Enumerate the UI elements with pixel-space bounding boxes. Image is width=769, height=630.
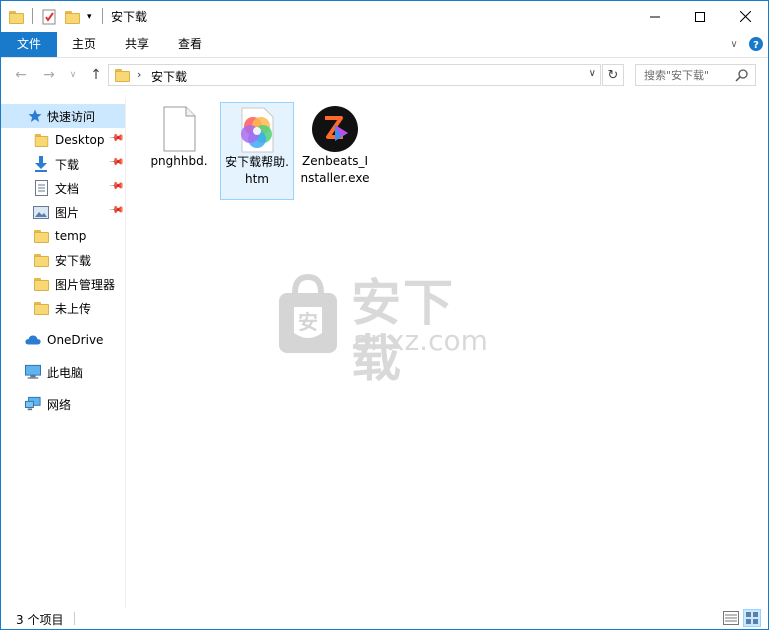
help-icon[interactable]: ? — [748, 32, 764, 57]
sidebar-item-label: Desktop — [55, 133, 105, 147]
star-icon — [27, 108, 43, 124]
sidebar-item-label: 安下载 — [55, 253, 92, 268]
sidebar-item-label: OneDrive — [47, 333, 104, 347]
svg-text:?: ? — [753, 40, 759, 51]
search-icon[interactable] — [735, 68, 749, 82]
file-item[interactable]: pnghhbd. — [142, 102, 216, 200]
sidebar-item-label: 未上传 — [55, 301, 92, 316]
sidebar-item-documents[interactable]: 文档 📌 — [1, 176, 125, 200]
search-input[interactable] — [636, 65, 740, 85]
quick-access-dropdown-icon[interactable]: ▾ — [87, 7, 92, 27]
divider — [74, 612, 75, 625]
sidebar-item-label: temp — [55, 229, 87, 243]
sidebar-item-anxiazai[interactable]: 安下载 — [1, 248, 125, 272]
navigation-pane: 快速访问 Desktop 📌 下载 📌 文档 📌 图片 📌 temp 安下载 图… — [1, 98, 125, 608]
recent-locations-dropdown-icon[interactable]: ∨ — [64, 66, 82, 84]
pin-icon: 📌 — [107, 130, 125, 147]
back-arrow-icon[interactable]: ← — [12, 66, 30, 84]
computer-icon — [25, 364, 41, 380]
sidebar-item-not-uploaded[interactable]: 未上传 — [1, 296, 125, 320]
sidebar-item-desktop[interactable]: Desktop 📌 — [1, 128, 125, 152]
maximize-button[interactable] — [677, 1, 723, 32]
item-count: 3 个项目 — [16, 613, 64, 627]
colorful-circle-icon — [241, 107, 274, 153]
address-path[interactable]: 安下载 — [151, 68, 187, 85]
zenbeats-app-icon — [312, 106, 358, 152]
properties-check-icon[interactable] — [41, 7, 57, 27]
chevron-down-icon[interactable]: ∨ — [589, 68, 596, 79]
pin-icon: 📌 — [107, 154, 125, 171]
refresh-button[interactable]: ↻ — [602, 64, 624, 86]
large-icons-view-icon[interactable] — [743, 609, 761, 627]
sidebar-item-label: 快速访问 — [47, 109, 96, 124]
pane-divider[interactable] — [125, 98, 126, 608]
divider — [32, 8, 33, 24]
address-bar[interactable]: › 安下载 ∨ — [108, 64, 601, 86]
forward-arrow-icon[interactable]: → — [40, 66, 58, 84]
sidebar-item-pictures[interactable]: 图片 📌 — [1, 200, 125, 224]
folder-icon — [33, 300, 49, 316]
sidebar-item-label: 此电脑 — [47, 365, 84, 380]
sidebar-item-quick-access[interactable]: 快速访问 — [1, 104, 125, 128]
up-arrow-icon[interactable]: ↑ — [87, 66, 105, 84]
sidebar-item-picture-manager[interactable]: 图片管理器 — [1, 272, 125, 296]
folder-icon — [33, 228, 49, 244]
new-folder-icon[interactable] — [65, 7, 80, 27]
sidebar-item-label: 文档 — [55, 181, 80, 196]
file-name: Zenbeats_Installer.exe — [300, 154, 370, 185]
sidebar-item-label: 图片管理器 — [55, 277, 116, 292]
sidebar-item-downloads[interactable]: 下载 📌 — [1, 152, 125, 176]
cloud-icon — [25, 332, 41, 348]
folder-icon — [33, 276, 49, 292]
tab-home[interactable]: 主页 — [61, 32, 107, 57]
folder-icon — [9, 7, 24, 27]
blank-file-icon — [163, 106, 196, 152]
file-item[interactable]: Zenbeats_Installer.exe — [298, 102, 372, 200]
chevron-right-icon[interactable]: › — [137, 68, 141, 81]
search-box[interactable] — [635, 64, 756, 86]
folder-icon — [33, 252, 49, 268]
tab-file[interactable]: 文件 — [1, 32, 57, 57]
close-button[interactable] — [722, 1, 768, 32]
divider — [102, 8, 103, 24]
file-name: 安下载帮助.htm — [225, 155, 289, 186]
navigation-bar: ← → ∨ ↑ › 安下载 ∨ ↻ — [1, 62, 768, 89]
watermark-en: anxz.com — [353, 324, 488, 357]
sidebar-item-this-pc[interactable]: 此电脑 — [1, 360, 125, 384]
sidebar-item-onedrive[interactable]: OneDrive — [1, 328, 125, 352]
tab-share[interactable]: 共享 — [114, 32, 160, 57]
shopping-bag-logo-icon: 安 — [279, 273, 337, 353]
file-item-selected[interactable]: 安下载帮助.htm — [220, 102, 294, 200]
ribbon-expand-icon[interactable]: ∨ — [727, 32, 741, 57]
sidebar-item-network[interactable]: 网络 — [1, 392, 125, 416]
pin-icon: 📌 — [107, 202, 125, 219]
ribbon-tabs: 文件 主页 共享 查看 ∨ ? — [1, 32, 768, 58]
explorer-window: ▾ 安下载 文件 主页 共享 查看 ∨ ? ← → ∨ ↑ › 安下载 ∨ ↻ … — [0, 0, 769, 630]
tab-view[interactable]: 查看 — [167, 32, 213, 57]
network-icon — [25, 396, 41, 412]
download-arrow-icon — [33, 156, 49, 172]
picture-icon — [33, 204, 49, 220]
file-name: pnghhbd. — [150, 154, 208, 168]
svg-text:安: 安 — [298, 310, 318, 334]
sidebar-item-temp[interactable]: temp — [1, 224, 125, 248]
folder-icon — [115, 69, 130, 85]
details-view-icon[interactable] — [722, 609, 740, 627]
pin-icon: 📌 — [107, 178, 125, 195]
title-bar: ▾ 安下载 — [1, 1, 768, 32]
window-title: 安下载 — [111, 10, 148, 24]
document-icon — [33, 180, 49, 196]
status-bar: 3 个项目 — [1, 607, 768, 629]
sidebar-item-label: 下载 — [55, 157, 80, 172]
sidebar-item-label: 网络 — [47, 397, 72, 412]
watermark: 安 安下载 anxz.com — [277, 273, 492, 387]
sidebar-item-label: 图片 — [55, 205, 80, 220]
desktop-folder-icon — [33, 132, 49, 148]
minimize-button[interactable] — [632, 1, 678, 32]
